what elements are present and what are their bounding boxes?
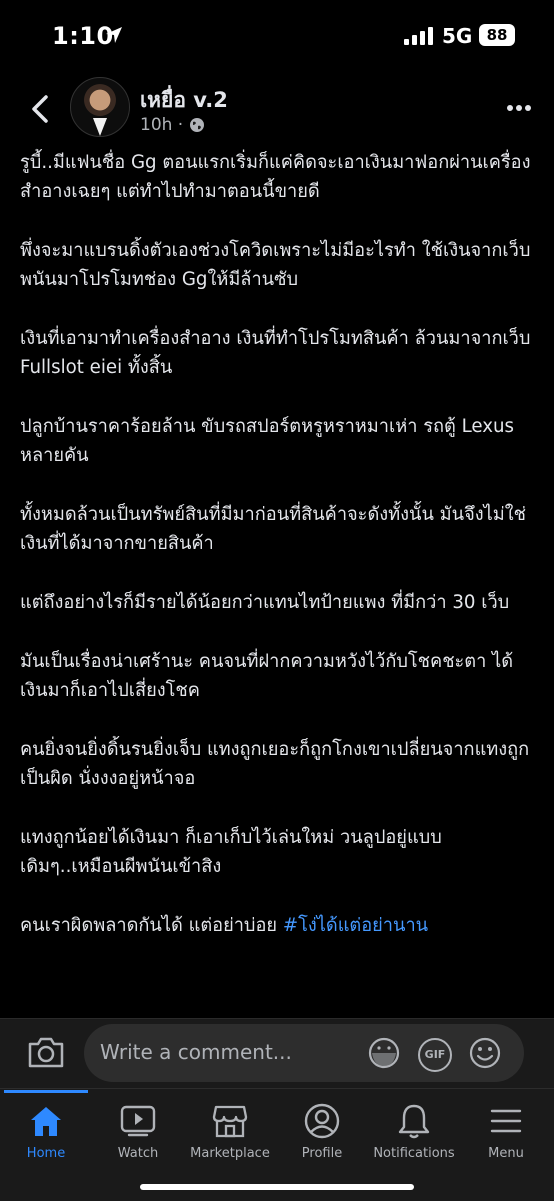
author-name[interactable]: เหยื่อ v.2	[140, 84, 228, 117]
watch-icon	[120, 1105, 156, 1137]
post-paragraph: ทั้งหมดล้วนเป็นทรัพย์สินที่มีมาก่อนที่สิ…	[20, 504, 526, 554]
post-paragraph: พึ่งจะมาแบรนดิ้งตัวเองช่วงโควิดเพราะไม่ม…	[20, 240, 531, 290]
bell-icon	[398, 1104, 430, 1139]
hashtag-link[interactable]: #โง่ได้แต่อย่านาน	[283, 915, 428, 936]
post-paragraph: แทงถูกน้อยได้เงินมา ก็เอาเก็บไว้เล่นใหม่…	[20, 827, 442, 877]
nav-home[interactable]: Home	[0, 1100, 92, 1161]
nav-marketplace[interactable]: Marketplace	[184, 1100, 276, 1161]
nav-menu-label: Menu	[488, 1146, 524, 1161]
post-paragraph: รูบี้..มีแฟนชื่อ Gg ตอนแรกเริ่มก็แค่คิดจ…	[20, 152, 531, 202]
home-indicator[interactable]	[140, 1184, 414, 1190]
location-arrow-icon	[106, 27, 122, 43]
comment-placeholder: Write a comment...	[100, 1040, 292, 1064]
sticker-icon[interactable]	[366, 1036, 402, 1070]
back-arrow-icon[interactable]	[28, 94, 52, 124]
gif-button[interactable]: GIF	[418, 1038, 452, 1072]
nav-profile-label: Profile	[301, 1146, 343, 1161]
active-tab-indicator	[4, 1090, 88, 1093]
globe-icon	[190, 118, 205, 132]
post-paragraph: แต่ถึงอย่างไรก็มีรายได้น้อยกว่าแทนไทป้าย…	[20, 592, 510, 613]
post-body: รูบี้..มีแฟนชื่อ Gg ตอนแรกเริ่มก็แค่คิดจ…	[20, 148, 534, 970]
camera-icon[interactable]	[27, 1035, 65, 1069]
home-icon	[31, 1107, 61, 1136]
marketplace-icon	[212, 1105, 248, 1138]
battery-indicator: 88	[479, 24, 515, 46]
post-paragraph-last: คนเราผิดพลาดกันได้ แต่อย่าบ่อย #โง่ได้แต…	[20, 911, 534, 940]
profile-icon	[304, 1103, 340, 1139]
nav-watch-label: Watch	[117, 1146, 159, 1161]
post-paragraph: คนยิ่งจนยิ่งดิ้นรนยิ่งเจ็บ แทงถูกเยอะก็ถ…	[20, 739, 530, 789]
menu-icon	[490, 1109, 522, 1133]
nav-notifications[interactable]: Notifications	[368, 1100, 460, 1161]
nav-home-label: Home	[26, 1146, 66, 1161]
nav-profile[interactable]: Profile	[276, 1100, 368, 1161]
post-last-text: คนเราผิดพลาดกันได้ แต่อย่าบ่อย	[20, 915, 283, 936]
nav-marketplace-label: Marketplace	[190, 1146, 270, 1161]
post-paragraph: เงินที่เอามาทำเครื่องสำอาง เงินที่ทำโปรโ…	[20, 328, 531, 378]
network-type: 5G	[442, 24, 473, 48]
post-paragraph: มันเป็นเรื่องน่าเศร้านะ คนจนที่ฝากความหว…	[20, 651, 514, 701]
nav-watch[interactable]: Watch	[92, 1100, 184, 1161]
nav-menu[interactable]: Menu	[460, 1100, 552, 1161]
cellular-signal-icon	[404, 27, 433, 45]
post-time: 10h ·	[140, 115, 184, 135]
post-meta: 10h ·	[140, 115, 205, 135]
status-bar: 1:10 5G 88	[0, 0, 554, 72]
post-paragraph: ปลูกบ้านราคาร้อยล้าน ขับรถสปอร์ตหรูหราหม…	[20, 416, 515, 466]
more-options-icon[interactable]	[506, 104, 532, 112]
emoji-icon[interactable]	[468, 1036, 502, 1070]
nav-notifications-label: Notifications	[373, 1146, 455, 1161]
author-avatar[interactable]	[70, 77, 130, 137]
